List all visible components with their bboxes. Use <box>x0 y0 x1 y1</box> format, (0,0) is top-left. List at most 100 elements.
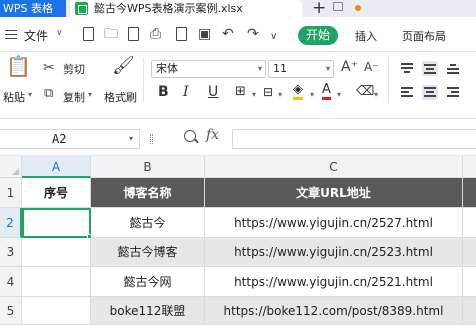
table-cell[interactable]: https://www.yigujin.cn/2521.html <box>205 267 463 297</box>
new-document-icon[interactable] <box>83 27 94 41</box>
bold-button[interactable]: B <box>158 83 169 101</box>
print-preview-icon[interactable] <box>176 27 187 41</box>
font-size-select[interactable]: 11 ▾ <box>268 60 334 78</box>
clipboard-icon[interactable]: 📋 <box>6 56 31 76</box>
italic-button[interactable]: I <box>183 83 189 101</box>
zoom-icon[interactable] <box>184 130 196 142</box>
table-cell[interactable]: 懿古今网 <box>91 267 205 297</box>
unsaved-dot-icon <box>355 5 361 11</box>
eraser-dropdown-icon[interactable]: ▾ <box>374 90 378 99</box>
column-header-d[interactable] <box>463 156 476 178</box>
fx-icon[interactable]: fx <box>206 127 219 143</box>
copy-dropdown-icon[interactable]: ▾ <box>88 90 92 99</box>
tab-insert[interactable]: 插入 <box>355 28 377 44</box>
menu-bar: 文件 ∨ 🗀 ⎙ ▣ ↶ ↷ ∨ 开始 插入 页面布局 <box>0 17 476 52</box>
fill-color-icon[interactable]: ◈ <box>293 83 303 100</box>
align-bottom-icon[interactable] <box>445 61 461 76</box>
chevron-down-icon[interactable]: ▾ <box>129 130 133 148</box>
fill-color-dropdown-icon[interactable]: ▾ <box>310 90 314 99</box>
table-cell[interactable] <box>463 238 476 267</box>
paint-brush-icon[interactable]: 🖌 <box>112 57 135 75</box>
hamburger-menu-icon[interactable] <box>5 30 17 39</box>
scissors-icon[interactable]: ✂ <box>43 60 55 76</box>
undo-icon[interactable]: ↶ <box>222 26 234 42</box>
open-folder-icon[interactable]: 🗀 <box>104 26 118 42</box>
customize-chevron-icon[interactable]: ∨ <box>270 29 277 45</box>
resize-handle[interactable] <box>150 134 153 144</box>
row-header-5[interactable]: 5 <box>0 297 22 325</box>
header-cell-index[interactable]: 序号 <box>22 178 91 208</box>
format-painter-button[interactable]: 格式刷 <box>104 89 137 105</box>
spreadsheet-icon <box>75 2 88 15</box>
spreadsheet-grid: A B C 1 2 3 4 5 序号 博客名称 文章URL地址 懿古今 http… <box>0 156 476 325</box>
print-icon[interactable]: ⎙ <box>150 26 161 42</box>
export-pdf-icon[interactable]: ▣ <box>198 26 211 42</box>
table-cell[interactable]: https://www.yigujin.cn/2523.html <box>205 238 463 267</box>
save-icon[interactable] <box>128 27 139 41</box>
copy-button[interactable]: 复制 <box>63 89 85 105</box>
monitor-icon[interactable] <box>333 2 343 11</box>
divider <box>388 58 389 102</box>
cut-button[interactable]: 剪切 <box>63 61 85 77</box>
align-center-icon[interactable] <box>422 85 438 100</box>
formula-input[interactable] <box>232 129 476 149</box>
header-cell-extra[interactable] <box>463 178 476 208</box>
table-cell[interactable] <box>463 297 476 325</box>
paste-dropdown-icon[interactable]: ▾ <box>28 90 32 99</box>
formula-bar: A2 ▾ fx <box>0 118 476 156</box>
align-right-icon[interactable] <box>445 85 461 100</box>
table-cell[interactable]: https://boke112.com/post/8389.html <box>205 297 463 325</box>
row-header-3[interactable]: 3 <box>0 238 22 267</box>
align-middle-icon[interactable] <box>422 61 438 76</box>
table-cell[interactable]: 懿古今博客 <box>91 238 205 267</box>
paste-button[interactable]: 粘贴 <box>3 89 25 105</box>
row-header-2[interactable]: 2 <box>0 208 22 238</box>
table-cell[interactable] <box>22 267 91 297</box>
decrease-font-icon[interactable]: A⁻ <box>364 59 379 75</box>
header-cell-url[interactable]: 文章URL地址 <box>205 178 463 208</box>
header-cell-blog-name[interactable]: 博客名称 <box>91 178 205 208</box>
row-header-1[interactable]: 1 <box>0 178 22 208</box>
font-color-icon[interactable]: A <box>322 83 331 100</box>
table-cell[interactable]: https://www.yigujin.cn/2527.html <box>205 208 463 238</box>
merge-icon[interactable]: ⊟ <box>263 83 273 101</box>
app-tab[interactable]: WPS 表格 <box>0 0 66 17</box>
file-menu[interactable]: 文件 <box>24 27 48 44</box>
align-top-icon[interactable] <box>399 61 415 76</box>
table-cell[interactable] <box>463 208 476 238</box>
table-cell[interactable] <box>22 238 91 267</box>
align-left-icon[interactable] <box>399 85 415 100</box>
underline-button[interactable]: U <box>208 83 218 101</box>
table-cell[interactable]: 懿古今 <box>91 208 205 238</box>
copy-icon[interactable]: ⧉ <box>44 86 53 102</box>
name-box[interactable]: A2 ▾ <box>0 129 140 149</box>
borders-icon[interactable]: ⊞ <box>235 83 246 101</box>
chevron-down-icon[interactable]: ▾ <box>326 61 330 77</box>
fill-handle[interactable] <box>87 234 92 239</box>
redo-icon[interactable]: ↷ <box>247 26 259 42</box>
column-header-b[interactable]: B <box>91 156 205 178</box>
merge-dropdown-icon[interactable]: ▾ <box>278 90 282 99</box>
font-name-value: 宋体 <box>156 62 178 75</box>
font-color-dropdown-icon[interactable]: ▾ <box>337 90 341 99</box>
table-cell[interactable]: boke112联盟 <box>91 297 205 325</box>
row-header-4[interactable]: 4 <box>0 267 22 297</box>
eraser-icon[interactable]: ⌫ <box>356 83 374 101</box>
chevron-down-icon[interactable]: ▾ <box>258 61 262 77</box>
chevron-down-icon[interactable]: ∨ <box>56 28 63 38</box>
table-cell[interactable] <box>22 297 91 325</box>
column-header-c[interactable]: C <box>205 156 463 178</box>
font-name-select[interactable]: 宋体 ▾ <box>151 60 266 78</box>
select-all-corner[interactable] <box>0 156 22 178</box>
tab-page-layout[interactable]: 页面布局 <box>402 28 446 44</box>
column-header-a[interactable]: A <box>22 156 91 178</box>
document-tab-title: 懿古今WPS表格演示案例.xlsx <box>94 2 243 15</box>
new-tab-button[interactable]: + <box>312 0 326 18</box>
table-cell[interactable] <box>463 267 476 297</box>
document-tab[interactable]: 懿古今WPS表格演示案例.xlsx <box>70 0 361 17</box>
font-size-value: 11 <box>273 62 287 75</box>
active-cell-outline <box>22 208 91 238</box>
borders-dropdown-icon[interactable]: ▾ <box>252 90 256 99</box>
tab-start[interactable]: 开始 <box>298 26 338 45</box>
increase-font-icon[interactable]: A⁺ <box>341 59 358 75</box>
